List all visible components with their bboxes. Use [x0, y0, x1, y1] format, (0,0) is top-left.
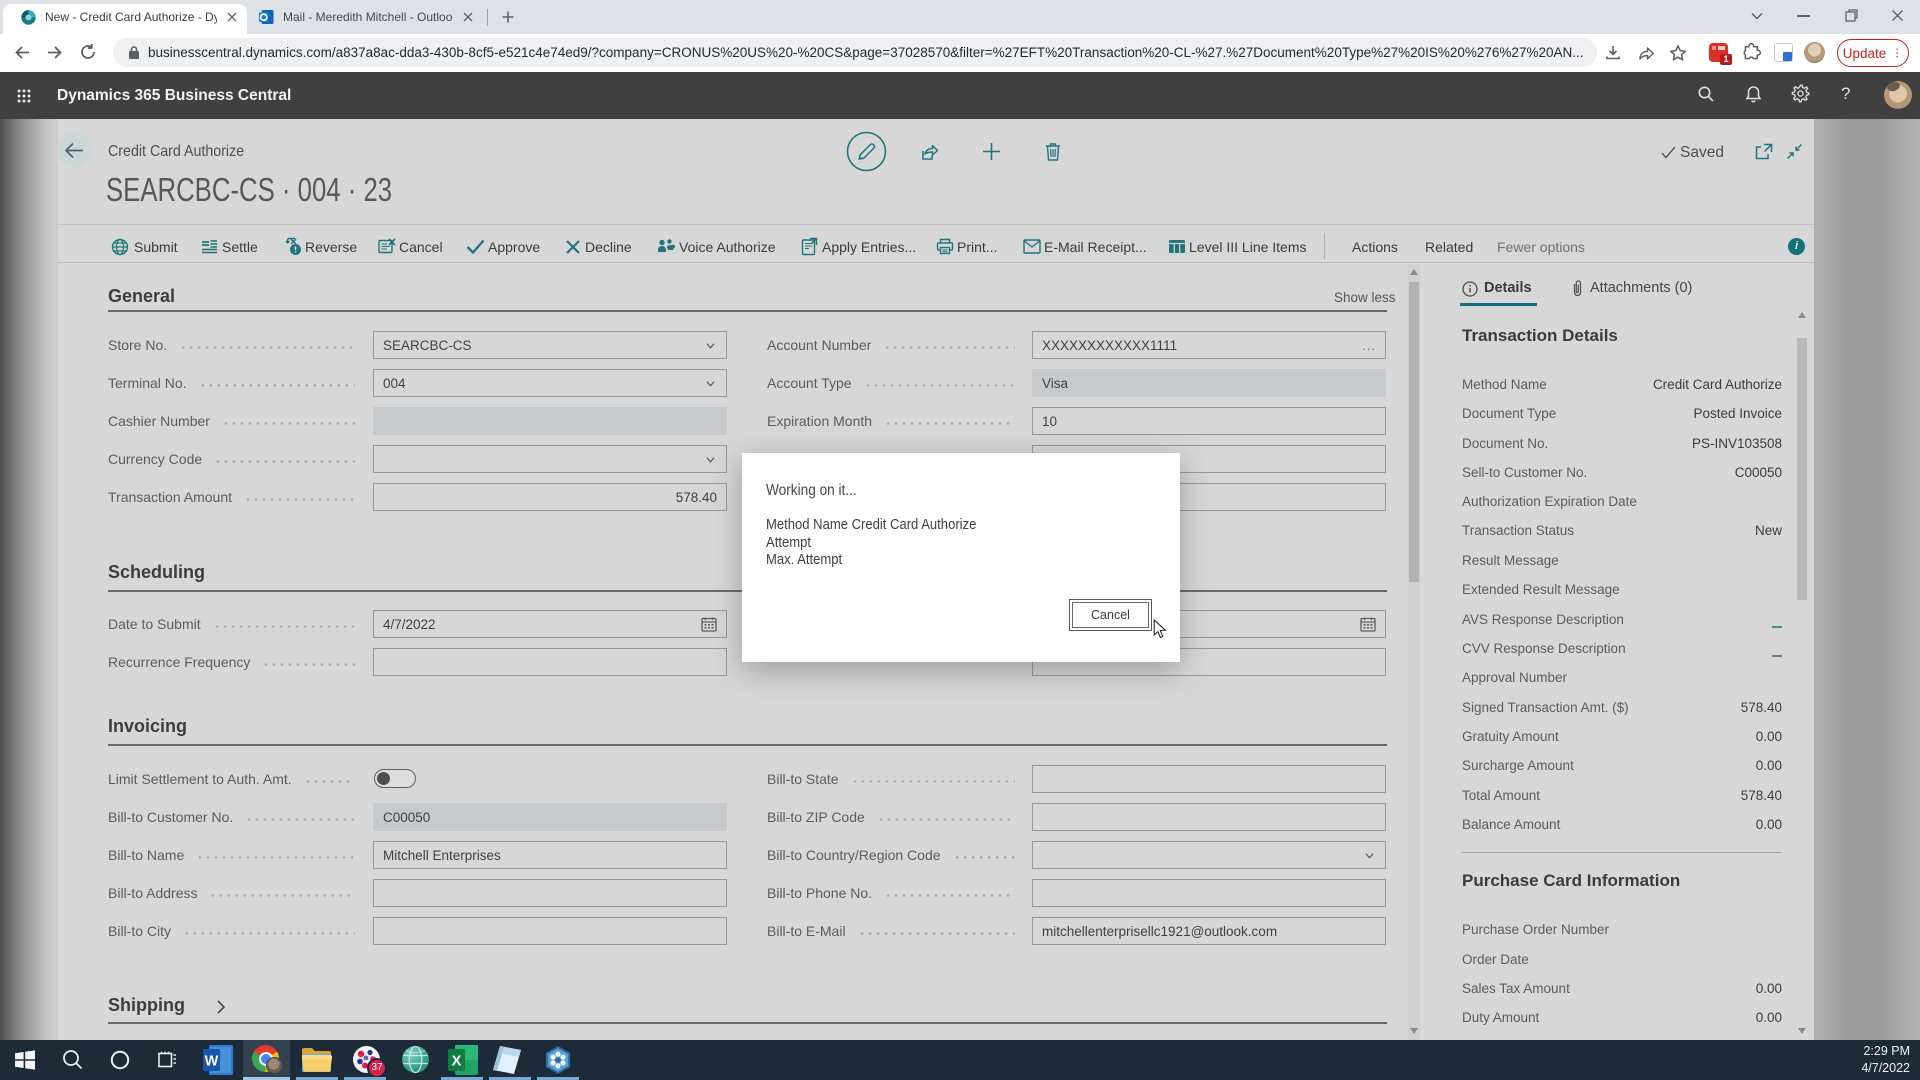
svg-text:W: W	[205, 1054, 219, 1070]
svg-text:X: X	[452, 1054, 462, 1070]
